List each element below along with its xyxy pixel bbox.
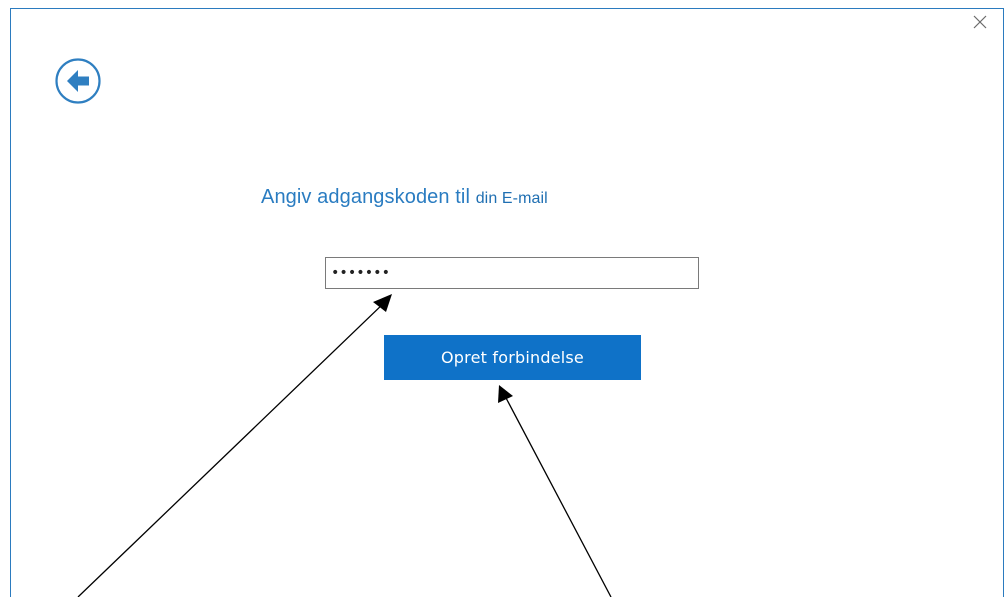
connect-button[interactable]: Opret forbindelse (384, 335, 641, 380)
password-input[interactable] (325, 257, 699, 289)
close-icon[interactable] (971, 13, 989, 31)
page-title: Angiv adgangskoden til din E-mail (261, 186, 548, 209)
back-arrow-icon[interactable] (54, 57, 102, 105)
sign-in-dialog: Angiv adgangskoden til din E-mail Opret … (10, 8, 1004, 597)
account-name: din E-mail (475, 190, 548, 207)
heading-prefix: Angiv adgangskoden til (261, 186, 476, 208)
